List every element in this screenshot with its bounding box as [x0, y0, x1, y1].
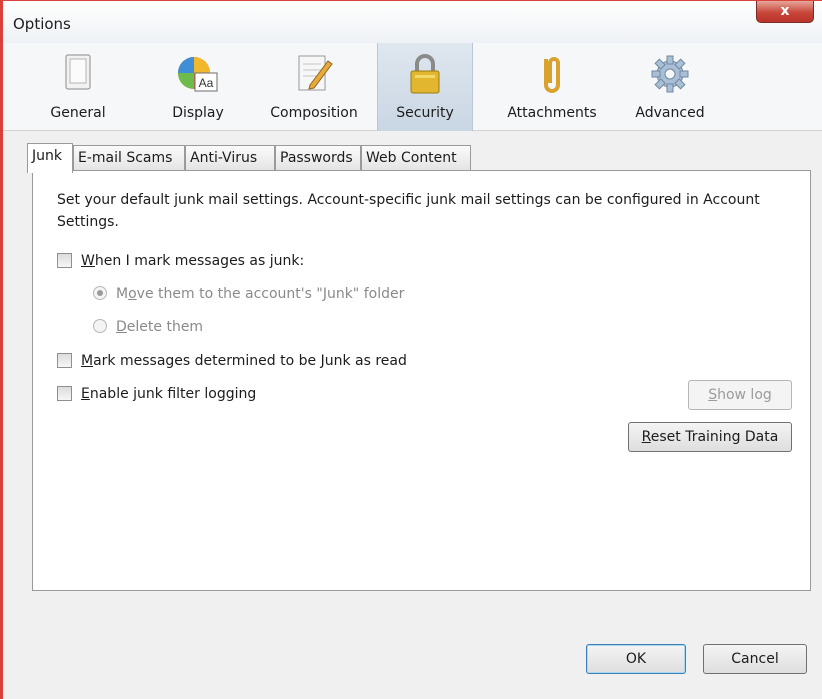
pane-general-label: General — [50, 105, 106, 121]
pane-advanced-label: Advanced — [635, 105, 705, 121]
junk-description: Set your default junk mail settings. Acc… — [57, 192, 760, 230]
close-icon: x — [780, 3, 790, 19]
security-lock-icon — [410, 54, 440, 94]
tab-junk[interactable]: Junk — [27, 143, 73, 173]
general-switch-icon — [65, 54, 91, 90]
mark-junk-checkbox[interactable] — [57, 252, 72, 268]
ok-button[interactable]: OK — [586, 644, 686, 674]
move-junk-radio-row[interactable]: Move them to the account's "Junk" folder — [93, 284, 404, 304]
tab-anti-virus-label: Anti-Virus — [190, 150, 258, 166]
display-color-icon: Aa — [178, 57, 218, 92]
composition-pencil-icon — [298, 55, 333, 91]
move-junk-label: ve them to the account's "Junk" folder — [136, 286, 405, 302]
mark-read-checkbox-row[interactable]: Mark messages determined to be Junk as r… — [57, 351, 407, 371]
move-junk-radio[interactable] — [93, 286, 107, 300]
logging-checkbox-row[interactable]: Enable junk filter logging — [57, 384, 256, 404]
pane-general[interactable]: General — [33, 43, 123, 131]
title-bar[interactable]: Options x — [3, 1, 822, 43]
pane-attachments[interactable]: Attachments — [497, 43, 607, 131]
preferences-toolbar: General Aa Display Composition Security … — [3, 43, 822, 131]
pane-advanced[interactable]: Advanced — [625, 43, 715, 131]
options-window: Options x General Aa Display Composition… — [0, 0, 822, 699]
pane-composition-label: Composition — [270, 105, 358, 121]
advanced-gear-icon — [651, 55, 689, 93]
mark-junk-label: hen I mark messages as junk: — [94, 253, 305, 269]
pane-display[interactable]: Aa Display — [153, 43, 243, 131]
tab-email-scams[interactable]: E-mail Scams — [73, 145, 185, 171]
delete-junk-radio-row[interactable]: Delete them — [93, 317, 203, 337]
logging-label: nable junk filter logging — [89, 386, 257, 402]
cancel-button[interactable]: Cancel — [703, 644, 807, 674]
svg-text:Aa: Aa — [199, 76, 214, 90]
delete-junk-label: elete them — [126, 319, 204, 335]
pane-composition[interactable]: Composition — [257, 43, 371, 131]
tab-junk-label: Junk — [32, 148, 62, 164]
tab-web-content-label: Web Content — [366, 150, 457, 166]
tab-email-scams-label: E-mail Scams — [78, 150, 173, 166]
tab-anti-virus[interactable]: Anti-Virus — [185, 145, 275, 171]
pane-security[interactable]: Security — [377, 43, 473, 131]
delete-junk-radio[interactable] — [93, 319, 107, 333]
tab-web-content[interactable]: Web Content — [361, 145, 471, 171]
reset-training-data-button[interactable]: Reset Training Data — [628, 422, 792, 452]
mark-read-checkbox[interactable] — [57, 352, 72, 368]
close-button[interactable]: x — [756, 1, 814, 23]
pane-display-label: Display — [172, 105, 224, 121]
show-log-button[interactable]: Show log — [688, 380, 792, 410]
mark-read-label: ark messages determined to be Junk as re… — [93, 353, 407, 369]
attachments-paperclip-icon — [544, 57, 560, 93]
mark-junk-checkbox-row[interactable]: When I mark messages as junk: — [57, 251, 304, 271]
window-title: Options — [13, 15, 71, 33]
tab-passwords-label: Passwords — [280, 150, 353, 166]
logging-checkbox[interactable] — [57, 385, 72, 401]
pane-security-label: Security — [396, 105, 454, 121]
pane-attachments-label: Attachments — [507, 105, 597, 121]
tab-passwords[interactable]: Passwords — [275, 145, 361, 171]
junk-panel: Set your default junk mail settings. Acc… — [32, 170, 811, 591]
